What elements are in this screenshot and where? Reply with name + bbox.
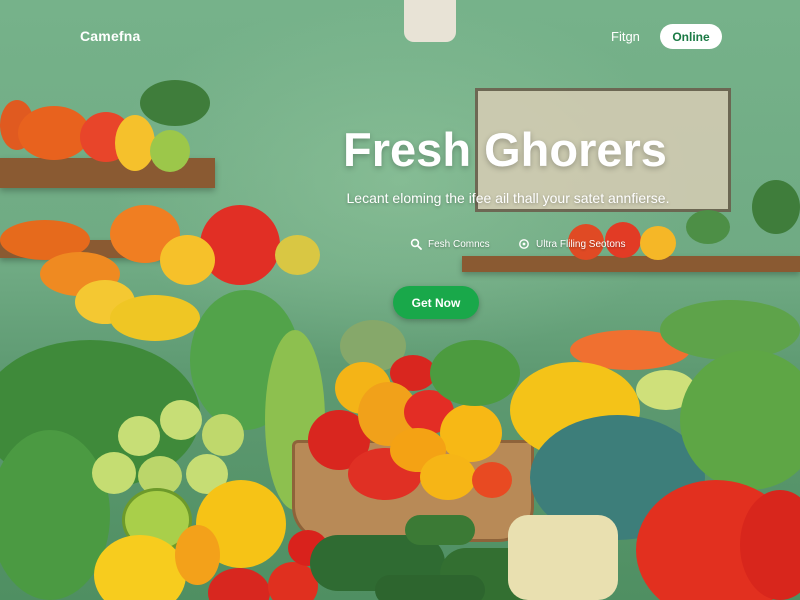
- pepper: [640, 226, 676, 260]
- login-link[interactable]: Fitgn: [611, 29, 640, 44]
- lettuce: [660, 300, 800, 360]
- grape: [202, 414, 244, 456]
- grape: [118, 416, 160, 456]
- online-button[interactable]: Online: [660, 24, 722, 49]
- herb-pot: [752, 180, 800, 234]
- tomato: [472, 462, 512, 498]
- hero-subtitle: Lecant eloming the ifee ail thall your s…: [346, 190, 670, 206]
- yellow-tomato: [420, 454, 476, 500]
- brand-logo[interactable]: Camefna: [80, 28, 141, 44]
- feature-label: Ultra Fliling Seotons: [536, 238, 626, 250]
- fruit: [275, 235, 320, 275]
- squash: [110, 295, 200, 341]
- grape: [92, 452, 136, 494]
- shelf-right: [462, 256, 800, 272]
- cucumber: [375, 575, 485, 600]
- ceiling-lamp: [404, 0, 456, 42]
- lettuce: [430, 340, 520, 406]
- hero-title: Fresh Ghorers: [343, 123, 667, 176]
- feature-fresh: Fesh Comncs: [410, 238, 490, 250]
- get-now-button[interactable]: Get Now: [393, 286, 479, 319]
- search-icon: [410, 238, 422, 250]
- herb-pot: [140, 80, 210, 126]
- feature-label: Fesh Comncs: [428, 238, 490, 250]
- cucumber: [405, 515, 475, 545]
- yellow-pepper: [160, 235, 215, 285]
- feature-filling: Ultra Fliling Seotons: [518, 238, 625, 250]
- herb-pot: [686, 210, 730, 244]
- red-pepper: [200, 205, 280, 285]
- grape: [160, 400, 202, 440]
- refresh-icon: [519, 239, 529, 249]
- tomato: [208, 568, 270, 600]
- leek: [508, 515, 618, 600]
- orange: [175, 525, 220, 585]
